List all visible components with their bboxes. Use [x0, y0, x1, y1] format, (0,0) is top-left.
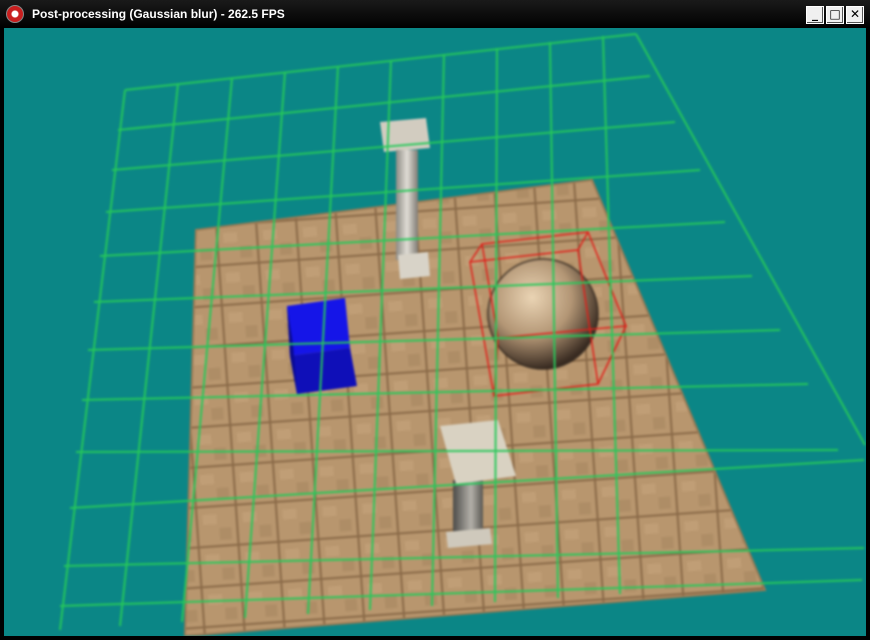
maximize-button[interactable]: □ — [826, 6, 844, 24]
window-controls: _ □ ✕ — [806, 6, 864, 24]
app-icon — [6, 5, 24, 23]
window-title: Post-processing (Gaussian blur) - 262.5 … — [32, 7, 285, 21]
scene-canvas — [4, 28, 866, 636]
render-viewport[interactable] — [4, 28, 866, 636]
app-window: Post-processing (Gaussian blur) - 262.5 … — [0, 0, 870, 640]
close-button[interactable]: ✕ — [846, 6, 864, 24]
minimize-button[interactable]: _ — [806, 6, 824, 24]
title-bar[interactable]: Post-processing (Gaussian blur) - 262.5 … — [0, 0, 870, 28]
